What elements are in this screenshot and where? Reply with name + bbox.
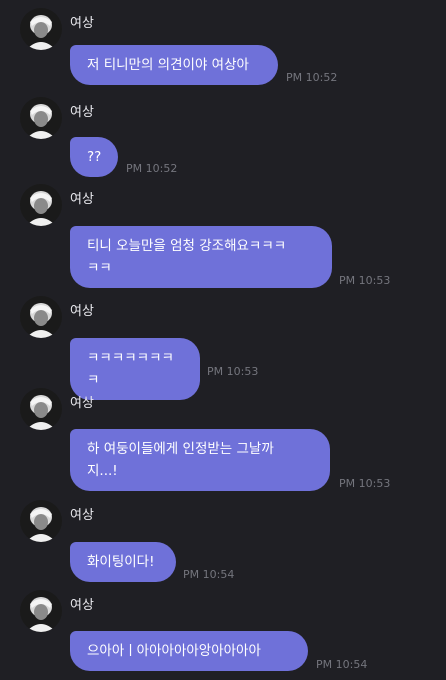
message-bubble[interactable]: 티니 오늘만을 엄청 강조해요ㅋㅋㅋ ㅋㅋ [70, 226, 332, 288]
avatar-image [20, 500, 62, 542]
avatar-image [20, 8, 62, 50]
message-time: PM 10:52 [286, 71, 338, 84]
message-bubble[interactable]: 하 여둥이들에게 인정받는 그날까 지...! [70, 429, 330, 491]
avatar-image [20, 590, 62, 632]
message-bubble[interactable]: 으아아ㅣ아아아아아앙아아아아 [70, 631, 308, 671]
sender-name: 여상 [70, 304, 94, 319]
message-time: PM 10:53 [207, 365, 259, 378]
avatar[interactable] [20, 590, 62, 632]
avatar-image [20, 388, 62, 430]
message-time: PM 10:53 [339, 477, 391, 490]
message-bubble[interactable]: 저 티니만의 의견이야 여상아 [70, 45, 278, 85]
sender-name: 여상 [70, 16, 94, 31]
chat-screen: 여상 저 티니만의 의견이야 여상아 PM 10:52 여상 ?? PM 10:… [0, 0, 446, 680]
avatar[interactable] [20, 388, 62, 430]
message-bubble[interactable]: ㅋㅋㅋㅋㅋㅋㅋㅋ [70, 338, 200, 400]
message-time: PM 10:53 [339, 274, 391, 287]
message-time: PM 10:52 [126, 162, 178, 175]
avatar[interactable] [20, 296, 62, 338]
sender-name: 여상 [70, 192, 94, 207]
avatar[interactable] [20, 500, 62, 542]
avatar[interactable] [20, 97, 62, 139]
avatar[interactable] [20, 8, 62, 50]
message-bubble[interactable]: ?? [70, 137, 118, 177]
avatar-image [20, 97, 62, 139]
avatar[interactable] [20, 184, 62, 226]
sender-name: 여상 [70, 598, 94, 613]
sender-name: 여상 [70, 396, 94, 411]
sender-name: 여상 [70, 508, 94, 523]
message-time: PM 10:54 [316, 658, 368, 671]
message-bubble[interactable]: 화이팅이다! [70, 542, 176, 582]
sender-name: 여상 [70, 105, 94, 120]
avatar-image [20, 184, 62, 226]
message-time: PM 10:54 [183, 568, 235, 581]
avatar-image [20, 296, 62, 338]
